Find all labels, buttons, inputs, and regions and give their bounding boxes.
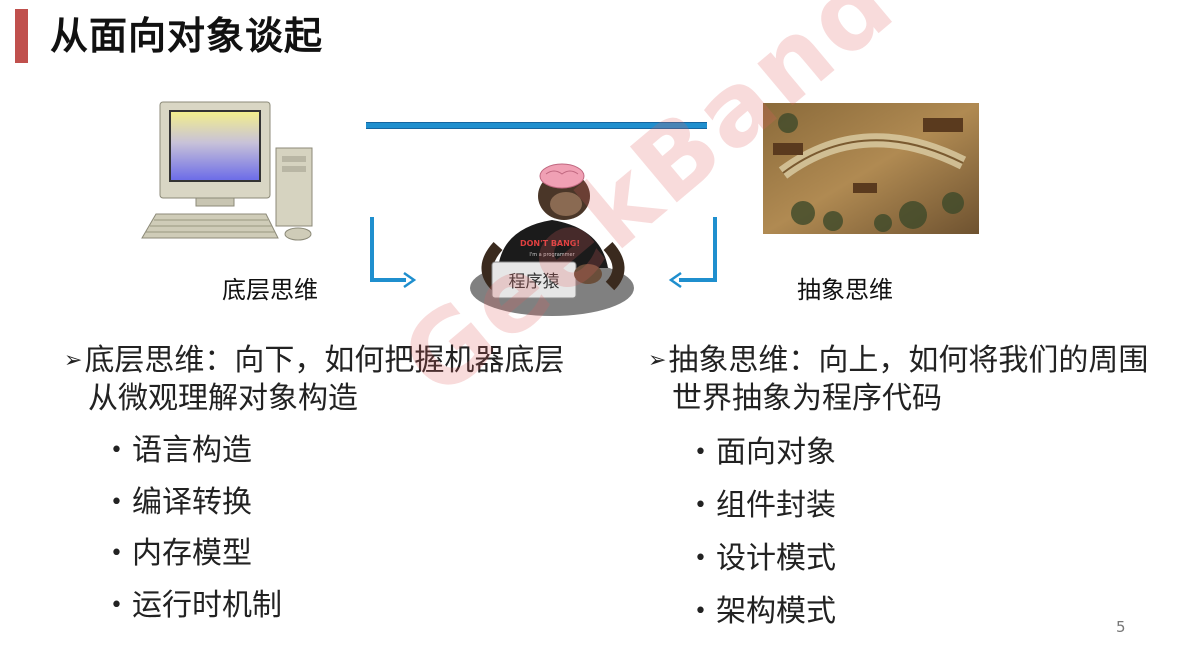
right-arrow — [668, 217, 717, 289]
left-caption: 底层思维 — [222, 276, 318, 304]
dot-bullet-icon: • — [694, 440, 707, 465]
arrow-bullet-icon: ➢ — [64, 348, 83, 373]
left-item: • 编译转换 — [110, 485, 252, 520]
dot-bullet-icon: • — [694, 493, 707, 518]
right-item: • 面向对象 — [694, 435, 836, 470]
right-heading: ➢抽象思维：向上，如何将我们的周围 — [648, 342, 1148, 380]
top-connector-line — [366, 122, 707, 129]
programmer-monkey-illustration: DON'T BANG! I'm a programmer 程序猿 — [470, 163, 634, 316]
dot-bullet-icon: • — [694, 599, 707, 624]
dot-bullet-icon: • — [694, 546, 707, 571]
chinese-painting-image — [763, 103, 979, 234]
dot-bullet-icon: • — [110, 490, 123, 515]
left-heading-line1: 底层思维：向下，如何把握机器底层 — [84, 343, 565, 378]
dot-bullet-icon: • — [110, 593, 123, 618]
page-number: 5 — [1116, 618, 1126, 636]
computer-illustration — [141, 101, 313, 241]
left-item: • 内存模型 — [110, 536, 252, 571]
dot-bullet-icon: • — [110, 541, 123, 566]
right-item: • 架构模式 — [694, 594, 836, 629]
monkey-shirt-subtext: I'm a programmer — [529, 252, 575, 258]
right-item: • 设计模式 — [694, 541, 836, 576]
right-heading-line1: 抽象思维：向上，如何将我们的周围 — [668, 343, 1149, 378]
left-heading: ➢底层思维：向下，如何把握机器底层 — [64, 342, 564, 380]
arrow-bullet-icon: ➢ — [648, 348, 667, 373]
right-heading-line2: 世界抽象为程序代码 — [672, 381, 942, 416]
left-arrow — [370, 217, 417, 289]
dot-bullet-icon: • — [110, 438, 123, 463]
monkey-keyboard-label: 程序猿 — [509, 272, 560, 292]
left-heading-line2: 从微观理解对象构造 — [88, 381, 358, 416]
right-item: • 组件封装 — [694, 488, 836, 523]
left-item: • 运行时机制 — [110, 588, 282, 623]
monkey-shirt-text: DON'T BANG! — [520, 239, 580, 248]
title-accent-bar — [15, 9, 28, 63]
right-caption: 抽象思维 — [797, 276, 893, 304]
left-item: • 语言构造 — [110, 433, 252, 468]
slide-title: 从面向对象谈起 — [50, 14, 324, 58]
